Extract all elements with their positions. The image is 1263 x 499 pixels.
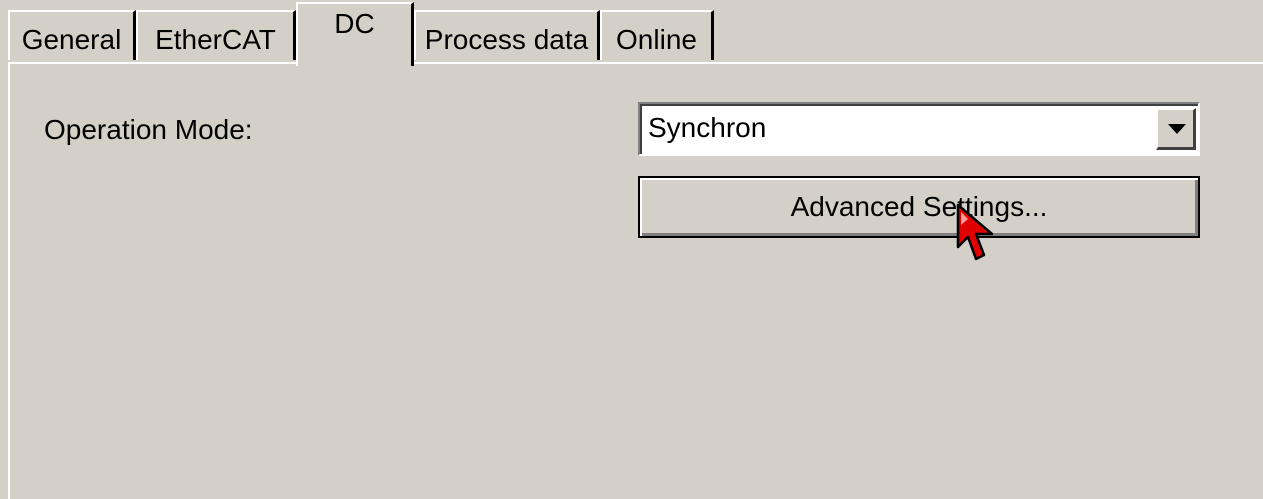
tab-ethercat[interactable]: EtherCAT — [136, 10, 296, 60]
operation-mode-label: Operation Mode: — [44, 114, 253, 145]
dropdown-button[interactable] — [1156, 108, 1196, 150]
mouse-pointer-icon — [956, 203, 994, 261]
operation-mode-select[interactable]: Synchron — [638, 102, 1200, 156]
tab-process-data[interactable]: Process data — [414, 10, 600, 60]
tab-strip: General EtherCAT DC Process data Online — [0, 0, 1263, 66]
chevron-down-icon — [1168, 124, 1186, 134]
advanced-settings-button[interactable]: Advanced Settings... — [638, 176, 1200, 238]
tab-online[interactable]: Online — [600, 10, 714, 60]
operation-mode-value: Synchron — [648, 112, 767, 143]
tab-dc[interactable]: DC — [296, 2, 414, 66]
tab-general[interactable]: General — [8, 10, 136, 60]
dc-tab-panel: Operation Mode: Synchron Advanced Settin… — [8, 62, 1263, 499]
dc-settings-window: General EtherCAT DC Process data Online … — [0, 0, 1263, 499]
